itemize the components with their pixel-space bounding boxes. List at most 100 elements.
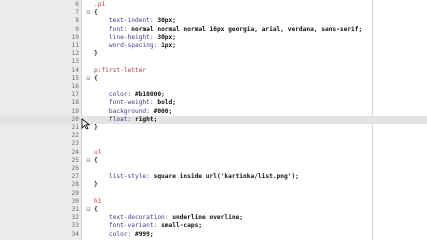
code-text: } xyxy=(94,124,98,132)
code-line[interactable]: 13 xyxy=(0,58,427,66)
line-number: 22 xyxy=(71,132,79,140)
line-number: 33 xyxy=(71,222,79,230)
code-line[interactable]: 9 font: normal normal normal 16px georgi… xyxy=(0,26,427,34)
code-token-brace: ; xyxy=(295,173,299,181)
code-token-brace: ; xyxy=(172,17,176,25)
fold-toggle-icon[interactable]: ⊟ xyxy=(85,75,92,83)
code-text: } xyxy=(94,50,98,58)
code-line[interactable]: 33 font-variant: small-caps; xyxy=(0,222,427,230)
line-number: 21 xyxy=(71,124,79,131)
code-token-prop: float: xyxy=(94,115,135,123)
line-number: 8 xyxy=(75,17,79,25)
line-number: 17 xyxy=(71,91,79,99)
code-line[interactable]: 11 word-spacing: 1px; xyxy=(0,42,427,50)
code-text: font-weight: bold; xyxy=(94,99,176,107)
code-line[interactable]: 16 xyxy=(0,83,427,91)
code-token-sel: ul xyxy=(94,148,102,156)
code-token-brace: ; xyxy=(149,230,154,238)
mouse-cursor-icon xyxy=(81,118,91,130)
code-token-brace: ; xyxy=(172,33,176,41)
fold-toggle-icon[interactable]: ⊟ xyxy=(85,206,92,214)
code-token-brace: ; xyxy=(358,25,363,33)
code-line[interactable]: 19 background: #000; xyxy=(0,108,427,116)
code-line[interactable]: 18 font-weight: bold; xyxy=(0,99,427,107)
code-line[interactable]: 31 ⊟{ xyxy=(0,206,427,214)
code-text: ul xyxy=(94,149,101,157)
code-text: p:first-letter xyxy=(94,67,146,75)
code-text: .p1 xyxy=(94,1,105,9)
line-number: 12 xyxy=(71,50,79,58)
code-token-prop: background: xyxy=(94,107,154,115)
code-line[interactable]: 26 xyxy=(0,165,427,173)
code-token-val: #000 xyxy=(153,107,169,115)
line-number: 26 xyxy=(71,165,79,172)
code-line[interactable]: 24 ul xyxy=(0,149,427,157)
code-text: color: #999; xyxy=(94,231,154,239)
code-line[interactable]: 22 xyxy=(0,132,427,140)
line-number: 13 xyxy=(71,58,79,66)
code-token-prop: text-indent: xyxy=(94,17,158,25)
code-text: { xyxy=(94,206,98,214)
fold-toggle-icon[interactable]: ⊟ xyxy=(85,157,92,165)
code-token-prop: list-style: xyxy=(94,173,154,181)
code-token-brace: { xyxy=(94,74,98,82)
code-text: list-style: square inside url('kartinka/… xyxy=(94,173,299,181)
code-line[interactable]: 17 color: #b10000; xyxy=(0,91,427,99)
code-line[interactable]: 30 h1 xyxy=(0,198,427,206)
code-line[interactable]: 27 list-style: square inside url('kartin… xyxy=(0,173,427,181)
line-number: 25 xyxy=(71,156,79,164)
line-number: 14 xyxy=(71,66,79,74)
code-editor[interactable]: 6 .p1 7 ⊟{8 text-indent: 30px; 9 font: norma… xyxy=(0,0,427,240)
code-line[interactable]: 10 line-height: 30px; xyxy=(0,34,427,42)
code-line[interactable]: 20 float: right; xyxy=(0,115,427,124)
code-token-val: #b10000 xyxy=(134,91,162,99)
code-line[interactable]: 32 text-decoration: underline overline; xyxy=(0,214,427,222)
code-line[interactable]: 15 ⊟{ xyxy=(0,75,427,83)
code-line[interactable]: 29 xyxy=(0,190,427,198)
code-text: line-height: 30px; xyxy=(94,34,176,42)
code-token-brace: ; xyxy=(198,222,203,230)
line-number: 9 xyxy=(75,25,79,33)
code-line[interactable]: 14 p:first-letter xyxy=(0,67,427,75)
code-token-brace: { xyxy=(94,9,98,17)
line-number: 23 xyxy=(71,140,79,148)
code-token-brace: ; xyxy=(161,91,165,99)
code-text: font: normal normal normal 16px georgia,… xyxy=(94,26,362,34)
fold-toggle-icon[interactable]: ⊟ xyxy=(85,9,92,17)
code-line[interactable]: 34 color: #999; xyxy=(0,231,427,239)
code-token-val: small-caps xyxy=(161,222,199,230)
code-token-val: square inside url('kartinka/list.png') xyxy=(153,173,296,181)
code-token-val: 1px xyxy=(161,42,173,49)
code-text: { xyxy=(94,157,98,165)
code-text: text-indent: 30px; xyxy=(94,17,176,25)
code-token-val: 30px xyxy=(157,17,173,25)
code-line[interactable]: 25 ⊟{ xyxy=(0,157,427,165)
code-token-val: #999 xyxy=(134,230,150,238)
line-number: 6 xyxy=(75,1,79,8)
line-number: 15 xyxy=(71,74,79,82)
line-number: 30 xyxy=(71,197,79,205)
code-line[interactable]: 28} xyxy=(0,181,427,189)
code-text: background: #000; xyxy=(94,108,172,116)
code-token-prop: line-height: xyxy=(94,33,158,41)
code-text: font-variant: small-caps; xyxy=(94,222,202,230)
code-token-brace: } xyxy=(94,50,98,58)
code-text: float: right; xyxy=(94,116,157,124)
code-line[interactable]: 12} xyxy=(0,50,427,58)
code-line[interactable]: 8 text-indent: 30px; xyxy=(0,17,427,25)
code-token-val: right xyxy=(134,115,154,123)
line-number: 27 xyxy=(71,173,79,181)
code-line[interactable]: 23 xyxy=(0,140,427,148)
code-line[interactable]: 7 ⊟{ xyxy=(0,9,427,17)
line-number: 16 xyxy=(71,83,79,90)
code-token-brace: ; xyxy=(172,42,176,49)
code-line[interactable]: 6 .p1 xyxy=(0,1,427,9)
code-token-val: normal normal normal 16px georgia, arial… xyxy=(131,25,359,33)
code-line[interactable]: 21} xyxy=(0,124,427,132)
code-text: } xyxy=(94,181,98,189)
line-number: 10 xyxy=(71,33,79,41)
code-token-prop: font-weight: xyxy=(94,99,158,107)
line-number: 18 xyxy=(71,99,79,107)
code-token-brace: { xyxy=(94,206,98,213)
code-text: word-spacing: 1px; xyxy=(94,42,176,50)
